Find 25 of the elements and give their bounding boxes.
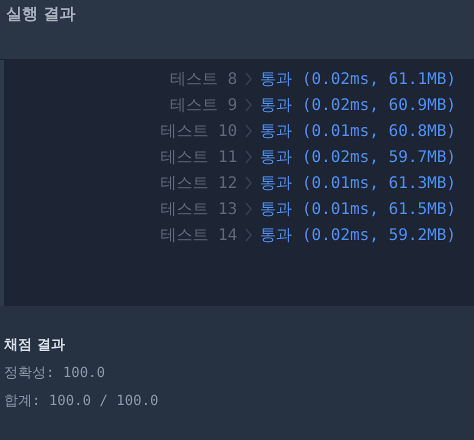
chevron-icon <box>245 228 252 242</box>
chevron-icon <box>245 150 252 164</box>
chevron-icon <box>245 98 252 112</box>
test-result: 통과 (0.02ms, 59.7MB) <box>260 146 456 168</box>
test-label: 테스트 10 <box>160 120 238 142</box>
test-label: 테스트 8 <box>170 68 238 90</box>
chevron-icon <box>245 202 252 216</box>
test-label: 테스트 13 <box>160 198 238 220</box>
test-label: 테스트 9 <box>170 94 238 116</box>
chevron-icon <box>245 176 252 190</box>
test-result: 통과 (0.01ms, 61.3MB) <box>260 172 456 194</box>
test-result: 통과 (0.02ms, 61.1MB) <box>260 68 456 90</box>
section-title: 채점 결과 <box>4 336 66 354</box>
test-label: 테스트 12 <box>160 172 238 194</box>
chevron-icon <box>245 124 252 138</box>
test-result: 통과 (0.02ms, 59.2MB) <box>260 224 456 246</box>
section-title: 실행 결과 <box>6 4 76 23</box>
test-label: 테스트 11 <box>160 146 238 168</box>
test-result: 통과 (0.01ms, 61.5MB) <box>260 198 456 220</box>
accuracy-text: 정확성: 100.0 <box>4 364 106 382</box>
total-text: 합계: 100.0 / 100.0 <box>4 392 160 410</box>
test-label: 테스트 14 <box>160 224 238 246</box>
test-result: 통과 (0.01ms, 60.8MB) <box>260 120 456 142</box>
test-result: 통과 (0.02ms, 60.9MB) <box>260 94 456 116</box>
chevron-icon <box>245 72 252 86</box>
